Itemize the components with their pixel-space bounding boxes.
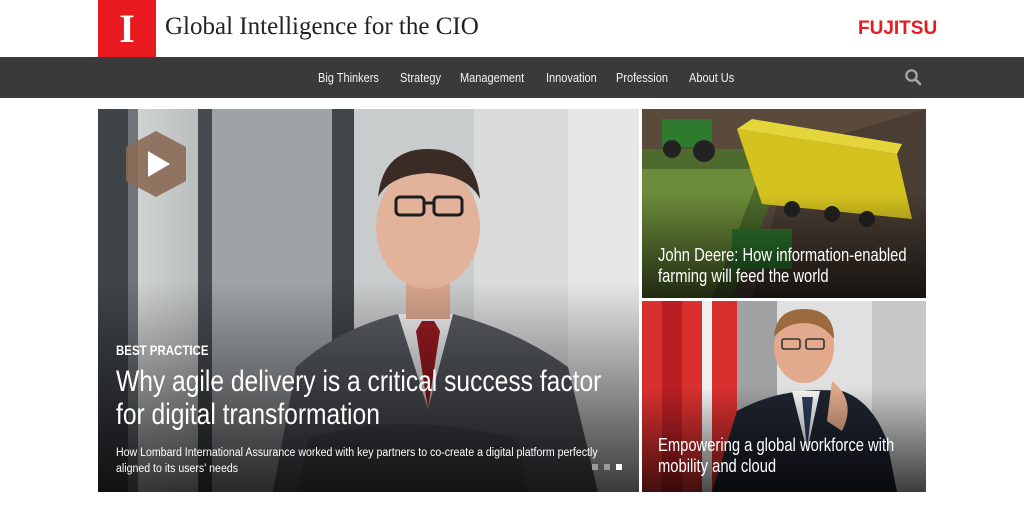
side-card-global-workforce[interactable]: Empowering a global workforce with mobil…: [642, 301, 926, 492]
nav-item-management[interactable]: Management: [460, 71, 524, 85]
hero-feature[interactable]: BEST PRACTICE Why agile delivery is a cr…: [98, 109, 639, 492]
hero-subtitle: How Lombard International Assurance work…: [116, 447, 598, 475]
nav-item-about-us[interactable]: About Us: [689, 71, 734, 85]
search-icon[interactable]: [904, 68, 922, 86]
fujitsu-logo[interactable]: FUJITSU: [858, 18, 937, 40]
global-workforce-headline[interactable]: Empowering a global workforce with mobil…: [658, 435, 920, 477]
main-nav: Big Thinkers Strategy Management Innovat…: [0, 57, 1024, 98]
site-title[interactable]: Global Intelligence for the CIO: [165, 13, 479, 41]
slider-dot-1[interactable]: [592, 464, 598, 470]
slider-dot-2[interactable]: [604, 464, 610, 470]
nav-item-profession[interactable]: Profession: [616, 71, 668, 85]
site-logo[interactable]: I: [98, 0, 156, 57]
side-card-john-deere[interactable]: John Deere: How information-enabled farm…: [642, 109, 926, 298]
nav-item-big-thinkers[interactable]: Big Thinkers: [318, 71, 379, 85]
slider-dots: [592, 464, 622, 470]
nav-item-strategy[interactable]: Strategy: [400, 71, 441, 85]
nav-item-innovation[interactable]: Innovation: [546, 71, 597, 85]
logo-letter: I: [119, 5, 135, 51]
slider-dot-3[interactable]: [616, 464, 622, 470]
hero-headline[interactable]: Why agile delivery is a critical success…: [116, 365, 608, 431]
site-header: I Global Intelligence for the CIO FUJITS…: [0, 0, 1024, 57]
john-deere-headline[interactable]: John Deere: How information-enabled farm…: [658, 245, 920, 287]
play-icon[interactable]: [124, 129, 188, 199]
hero-category[interactable]: BEST PRACTICE: [116, 342, 208, 358]
